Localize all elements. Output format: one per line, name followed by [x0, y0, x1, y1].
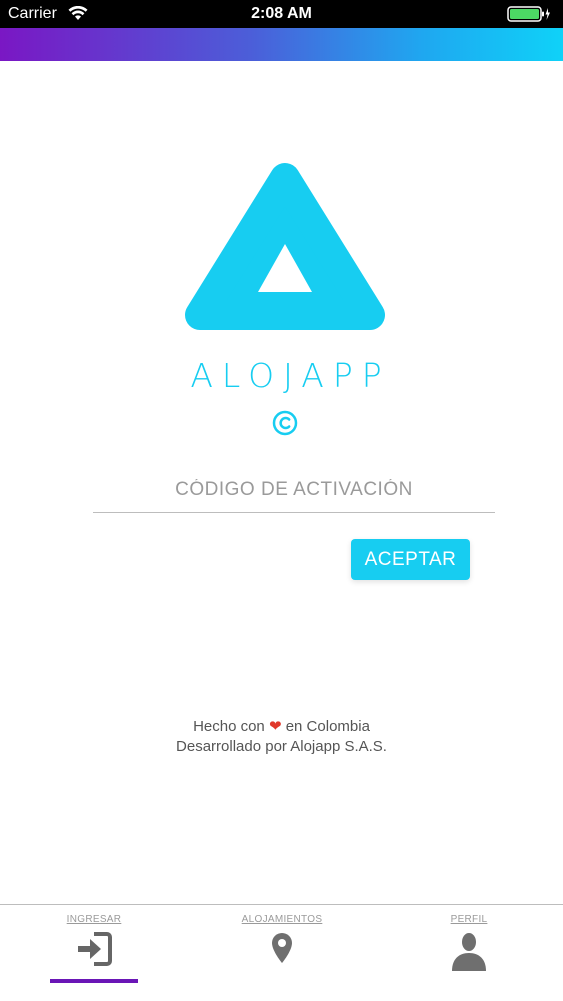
heart-icon: ❤ — [268, 718, 282, 735]
tab-alojamientos[interactable]: ALOJAMIENTOS — [232, 905, 332, 1001]
status-bar: Carrier 2:08 AM — [0, 0, 563, 28]
location-pin-icon — [272, 933, 292, 963]
bottom-tab-bar: INGRESAR ALOJAMIENTOS PERFIL — [0, 904, 563, 1001]
in-country-text: en Colombia — [285, 718, 370, 735]
activation-code-input[interactable] — [93, 468, 495, 513]
brand-name: ALOJAPP — [190, 356, 391, 395]
tab-perfil[interactable]: PERFIL — [438, 905, 500, 1001]
made-with-text: Hecho con — [193, 718, 265, 735]
tab-perfil-label: PERFIL — [450, 914, 488, 925]
header-gradient-bar — [0, 28, 563, 61]
tab-ingresar-label: INGRESAR — [66, 914, 122, 925]
user-icon — [452, 933, 486, 971]
made-with-love-line: Hecho con ❤ en Colombia — [0, 717, 563, 735]
copyright-icon — [272, 410, 298, 441]
login-icon — [78, 932, 112, 966]
accept-button[interactable]: ACEPTAR — [351, 539, 470, 580]
triangle-logo-icon — [180, 160, 390, 350]
developed-by-text: Desarrollado por Alojapp S.A.S. — [176, 738, 387, 755]
tab-ingresar[interactable]: INGRESAR — [50, 905, 138, 1001]
clock-time: 2:08 AM — [251, 5, 312, 22]
active-tab-indicator — [50, 979, 138, 983]
battery-icon — [507, 6, 551, 27]
tab-alojamientos-label: ALOJAMIENTOS — [241, 914, 323, 925]
